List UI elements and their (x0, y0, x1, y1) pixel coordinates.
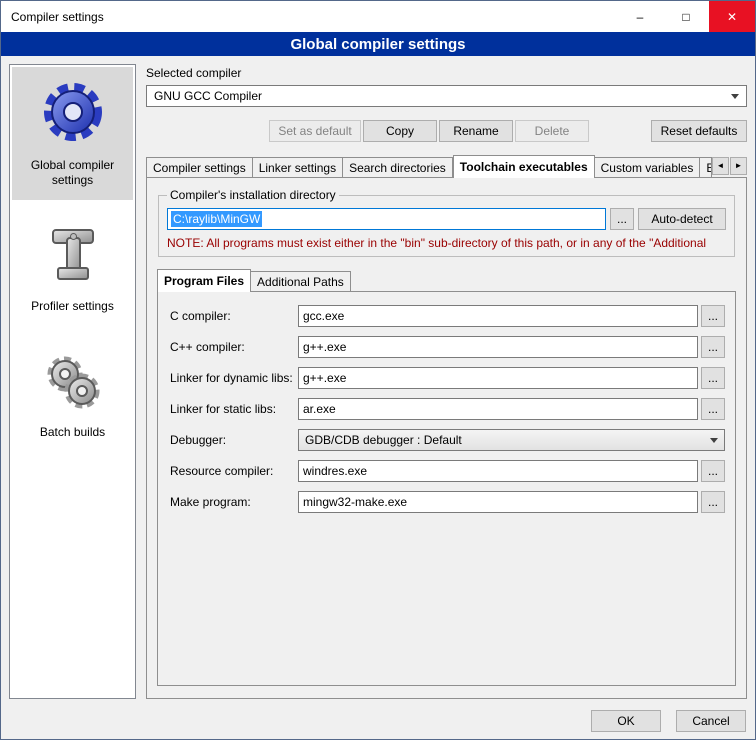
installation-directory-input[interactable]: C:\raylib\MinGW (167, 208, 606, 230)
compiler-settings-window: Compiler settings – □ ✕ Global compiler … (0, 0, 756, 740)
dynamic-linker-input[interactable] (298, 367, 698, 389)
sidebar-item-batch-builds[interactable]: Batch builds (12, 340, 133, 452)
installation-directory-browse-button[interactable]: ... (610, 208, 634, 230)
make-program-input[interactable] (298, 491, 698, 513)
settings-sidebar: Global compiler settings (9, 64, 136, 699)
selected-compiler-label: Selected compiler (146, 66, 747, 80)
static-linker-browse-button[interactable]: ... (701, 398, 725, 420)
titlebar: Compiler settings – □ ✕ (1, 1, 755, 32)
dialog-footer: OK Cancel (1, 703, 755, 739)
maximize-button[interactable]: □ (663, 1, 709, 32)
window-controls: – □ ✕ (617, 1, 755, 32)
bin-subdirectory-note: NOTE: All programs must exist either in … (167, 236, 726, 250)
minimize-button[interactable]: – (617, 1, 663, 32)
debugger-select-value: GDB/CDB debugger : Default (305, 433, 704, 447)
ok-button[interactable]: OK (591, 710, 661, 732)
cpp-compiler-input[interactable] (298, 336, 698, 358)
c-compiler-input[interactable] (298, 305, 698, 327)
cpp-compiler-label: C++ compiler: (170, 340, 298, 354)
tab-scroll-right-button[interactable]: ► (730, 157, 747, 175)
resource-compiler-input[interactable] (298, 460, 698, 482)
field-row-debugger: Debugger: GDB/CDB debugger : Default (170, 429, 725, 451)
sidebar-item-label: Profiler settings (31, 299, 114, 314)
compiler-actions-row: Set as default Copy Rename Delete Reset … (146, 120, 747, 142)
compiler-select[interactable]: GNU GCC Compiler (146, 85, 747, 107)
cancel-button[interactable]: Cancel (676, 710, 746, 732)
window-title: Compiler settings (1, 10, 104, 24)
static-linker-label: Linker for static libs: (170, 402, 298, 416)
make-program-browse-button[interactable]: ... (701, 491, 725, 513)
toolchain-executables-panel: Compiler's installation directory C:\ray… (146, 177, 747, 699)
installation-directory-legend: Compiler's installation directory (167, 188, 339, 202)
blue-gear-icon (38, 77, 108, 150)
field-row-make-program: Make program: ... (170, 491, 725, 513)
tab-scroll-controls: ◄ ► (712, 157, 747, 175)
program-files-panel: C compiler: ... C++ compiler: ... Linker… (157, 291, 736, 686)
chevron-down-icon (710, 438, 718, 443)
close-button[interactable]: ✕ (709, 1, 755, 32)
debugger-select[interactable]: GDB/CDB debugger : Default (298, 429, 725, 451)
subtab-program-files[interactable]: Program Files (157, 269, 251, 292)
tab-build-options-truncated[interactable]: Buil (700, 157, 712, 177)
field-row-resource-compiler: Resource compiler: ... (170, 460, 725, 482)
sidebar-item-label: Global compiler settings (15, 158, 130, 188)
tab-custom-variables[interactable]: Custom variables (595, 157, 701, 177)
c-compiler-label: C compiler: (170, 309, 298, 323)
delete-button[interactable]: Delete (515, 120, 589, 142)
subtab-additional-paths[interactable]: Additional Paths (251, 271, 351, 291)
tab-toolchain-executables[interactable]: Toolchain executables (453, 155, 595, 178)
reset-defaults-button[interactable]: Reset defaults (651, 120, 747, 142)
dynamic-linker-label: Linker for dynamic libs: (170, 371, 298, 385)
sidebar-item-label: Batch builds (40, 425, 105, 440)
batch-gears-icon (41, 350, 105, 417)
set-as-default-button[interactable]: Set as default (269, 120, 361, 142)
rename-button[interactable]: Rename (439, 120, 513, 142)
sidebar-item-profiler-settings[interactable]: Profiler settings (12, 214, 133, 326)
chevron-down-icon (731, 94, 739, 99)
resource-compiler-label: Resource compiler: (170, 464, 298, 478)
field-row-dynamic-linker: Linker for dynamic libs: ... (170, 367, 725, 389)
dialog-banner: Global compiler settings (1, 32, 755, 56)
tab-linker-settings[interactable]: Linker settings (253, 157, 343, 177)
field-row-c-compiler: C compiler: ... (170, 305, 725, 327)
tab-scroll-left-button[interactable]: ◄ (712, 157, 729, 175)
field-row-static-linker: Linker for static libs: ... (170, 398, 725, 420)
make-program-label: Make program: (170, 495, 298, 509)
installation-directory-value: C:\raylib\MinGW (171, 211, 262, 227)
profiler-icon (41, 224, 105, 291)
cpp-compiler-browse-button[interactable]: ... (701, 336, 725, 358)
dialog-body: Global compiler settings (1, 56, 755, 703)
installation-directory-group: Compiler's installation directory C:\ray… (158, 188, 735, 257)
static-linker-input[interactable] (298, 398, 698, 420)
settings-tabstrip: Compiler settings Linker settings Search… (146, 155, 747, 177)
tab-search-directories[interactable]: Search directories (343, 157, 453, 177)
field-row-cpp-compiler: C++ compiler: ... (170, 336, 725, 358)
debugger-label: Debugger: (170, 433, 298, 447)
copy-button[interactable]: Copy (363, 120, 437, 142)
sidebar-item-global-compiler-settings[interactable]: Global compiler settings (12, 67, 133, 200)
compiler-select-value: GNU GCC Compiler (154, 89, 725, 103)
resource-compiler-browse-button[interactable]: ... (701, 460, 725, 482)
c-compiler-browse-button[interactable]: ... (701, 305, 725, 327)
tab-compiler-settings[interactable]: Compiler settings (146, 157, 253, 177)
main-panel: Selected compiler GNU GCC Compiler Set a… (146, 64, 747, 699)
auto-detect-button[interactable]: Auto-detect (638, 208, 726, 230)
toolchain-subtabs: Program Files Additional Paths (157, 269, 736, 291)
dynamic-linker-browse-button[interactable]: ... (701, 367, 725, 389)
